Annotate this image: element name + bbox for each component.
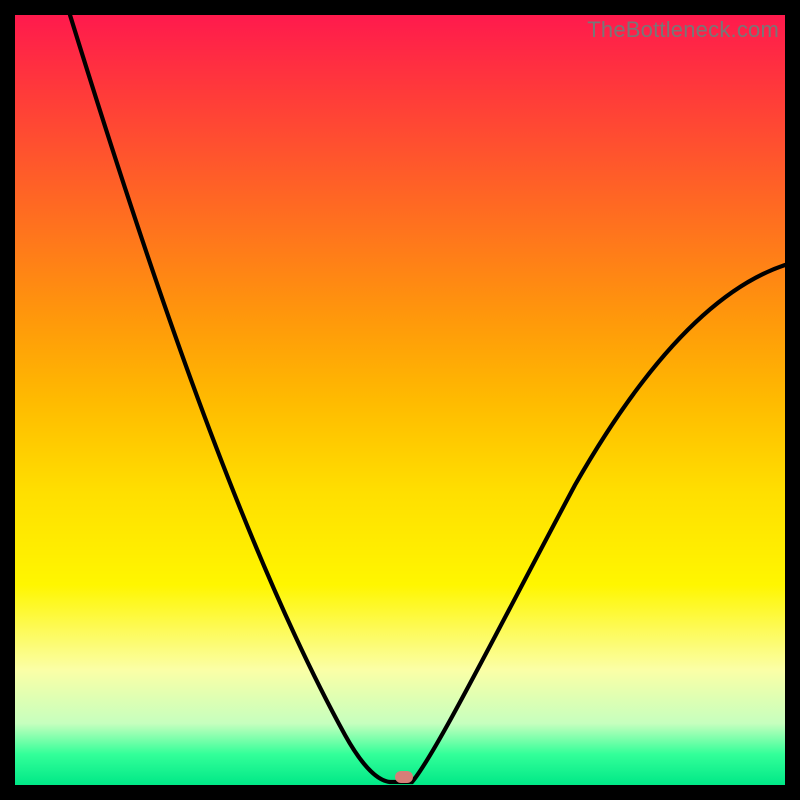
curve-path [70,15,785,782]
optimum-marker [395,771,413,783]
gradient-plot-area: TheBottleneck.com [15,15,785,785]
bottleneck-curve [15,15,785,785]
